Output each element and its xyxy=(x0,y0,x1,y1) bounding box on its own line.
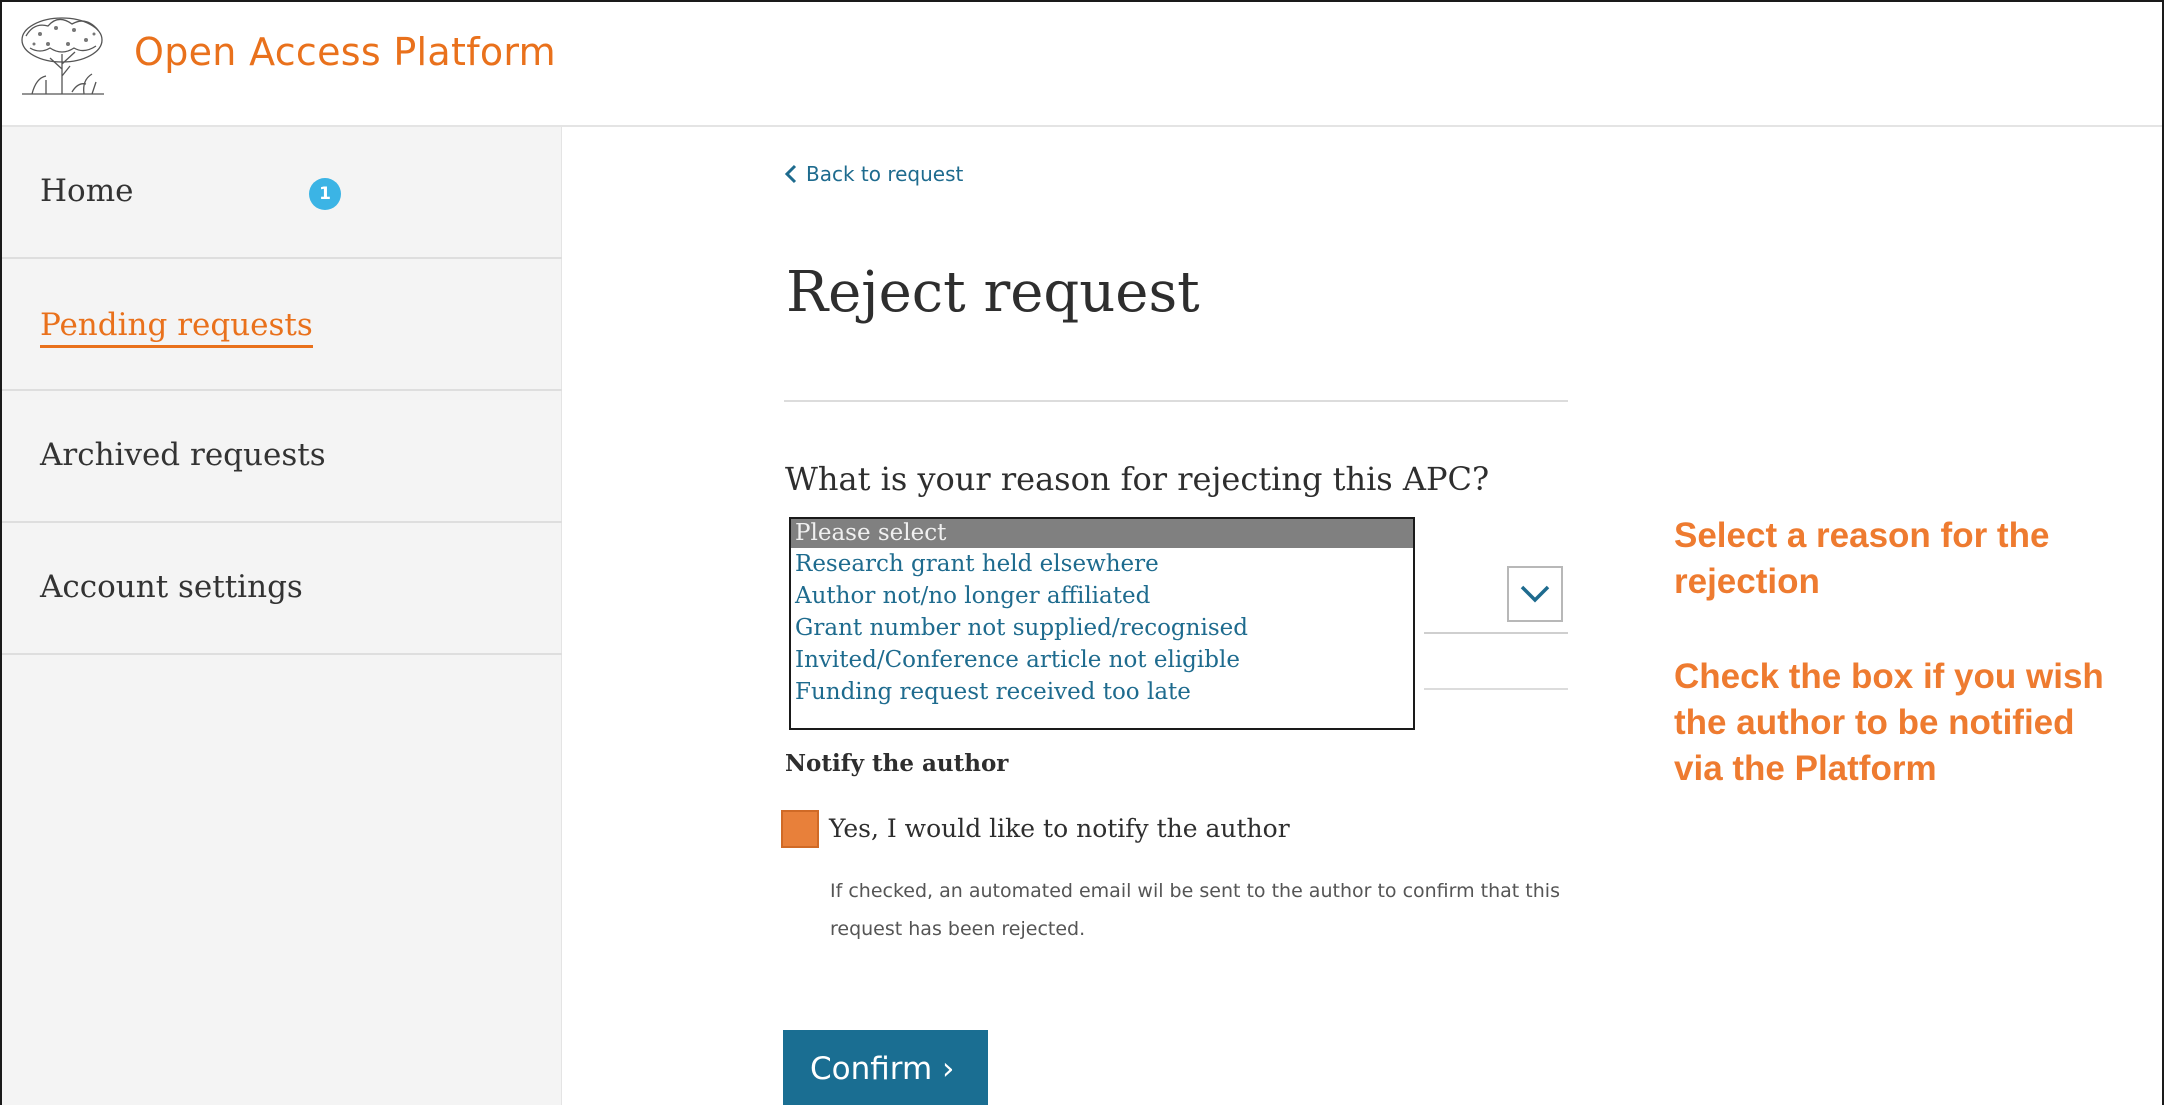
back-to-request-link[interactable]: Back to request xyxy=(784,162,963,186)
reason-option[interactable]: Invited/Conference article not eligible xyxy=(791,644,1413,676)
notify-heading: Notify the author xyxy=(785,750,1009,777)
annotation-checkbox-hint: Check the box if you wish the author to … xyxy=(1674,657,2104,788)
back-link-label: Back to request xyxy=(806,162,964,186)
reason-option[interactable]: Research grant held elsewhere xyxy=(791,548,1413,580)
page-title: Reject request xyxy=(786,260,1200,325)
pending-count-badge: 1 xyxy=(309,178,341,210)
app-header: Open Access Platform xyxy=(2,2,2162,127)
notify-author-checkbox[interactable] xyxy=(781,810,819,848)
reason-option[interactable]: Grant number not supplied/recognised xyxy=(791,612,1413,644)
reason-question: What is your reason for rejecting this A… xyxy=(785,460,1490,498)
reason-option[interactable]: Author not/no longer affiliated xyxy=(791,580,1413,612)
tree-logo-icon xyxy=(21,17,104,95)
sidebar: Home Pending requests Archived requests … xyxy=(2,127,562,1105)
app-window: Open Access Platform Home Pending reques… xyxy=(0,0,2164,1105)
reason-option[interactable]: Funding request received too late xyxy=(791,676,1413,708)
sidebar-item-home[interactable]: Home xyxy=(2,127,562,259)
app-title: Open Access Platform xyxy=(134,30,556,74)
notify-helper-text: If checked, an automated email wil be se… xyxy=(830,880,1560,940)
reason-options-list: Please select Research grant held elsewh… xyxy=(789,517,1415,730)
sidebar-item-account-settings[interactable]: Account settings xyxy=(2,523,562,655)
field-underline xyxy=(1424,688,1568,690)
sidebar-item-label: Pending requests xyxy=(40,307,313,348)
notify-author-label[interactable]: Yes, I would like to notify the author xyxy=(829,814,1290,843)
select-underline xyxy=(1424,632,1568,634)
confirm-button[interactable]: Confirm › xyxy=(783,1030,988,1105)
chevron-down-icon xyxy=(1520,585,1550,603)
sidebar-item-archived-requests[interactable]: Archived requests xyxy=(2,391,562,523)
sidebar-item-label: Account settings xyxy=(40,569,303,605)
reason-option-placeholder[interactable]: Please select xyxy=(791,519,1413,548)
select-toggle[interactable] xyxy=(1507,566,1563,622)
annotation-select-hint: Select a reason for the rejection xyxy=(1674,516,2050,601)
divider xyxy=(784,400,1568,402)
chevron-left-icon xyxy=(784,164,797,184)
sidebar-item-label: Home xyxy=(40,173,134,209)
sidebar-item-pending-requests[interactable]: Pending requests xyxy=(2,259,562,391)
sidebar-item-label: Archived requests xyxy=(40,437,326,473)
